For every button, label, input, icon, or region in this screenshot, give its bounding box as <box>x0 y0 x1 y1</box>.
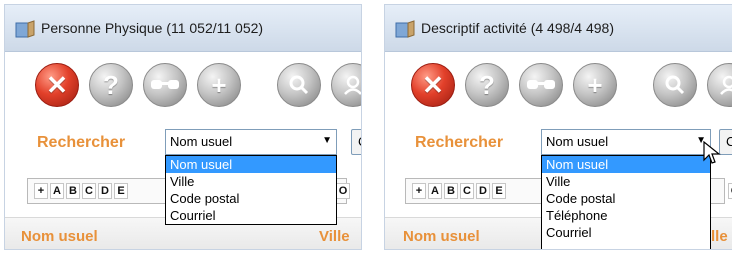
dropdown-option[interactable]: Nom usuel <box>166 156 336 173</box>
toolbar: ✕ ? + <box>5 63 361 113</box>
alpha-letter[interactable]: C <box>82 183 96 199</box>
close-icon[interactable]: ✕ <box>35 63 79 107</box>
app-icon <box>395 20 415 38</box>
add-icon[interactable]: + <box>197 63 241 107</box>
search-icon[interactable] <box>277 63 321 107</box>
dropdown-option[interactable]: Nom usuel <box>542 156 710 173</box>
select-value: Nom usuel <box>546 134 609 149</box>
dropdown-option[interactable]: Ville <box>166 173 336 190</box>
window-personne-physique: Personne Physique (11 052/11 052) ✕ ? + … <box>4 4 362 250</box>
dropdown-option[interactable]: Téléphone <box>542 207 710 224</box>
dropdown-option[interactable]: Ville <box>542 173 710 190</box>
alpha-letter[interactable]: B <box>66 183 80 199</box>
alpha-letter[interactable]: D <box>476 183 490 199</box>
alpha-letter[interactable]: E <box>492 183 506 199</box>
help-icon[interactable]: ? <box>89 63 133 107</box>
alpha-letter[interactable]: A <box>50 183 64 199</box>
alpha-letter[interactable]: + <box>34 183 48 199</box>
user-icon[interactable] <box>707 63 732 107</box>
alpha-letter[interactable]: B <box>444 183 458 199</box>
toolbar: ✕ ? + <box>385 63 732 113</box>
search-label: Rechercher <box>415 134 504 151</box>
window-descriptif-activite: Descriptif activité (4 498/4 498) ✕ ? + … <box>384 4 732 250</box>
add-icon[interactable]: + <box>573 63 617 107</box>
dropdown-option[interactable]: Courriel <box>542 224 710 241</box>
alpha-letter[interactable]: A <box>428 183 442 199</box>
column-header[interactable]: Nom usuel <box>21 228 98 245</box>
dropdown-option[interactable]: Code postal <box>166 190 336 207</box>
column-header[interactable]: lle <box>711 228 728 245</box>
column-header[interactable]: Nom usuel <box>403 228 480 245</box>
search-label: Rechercher <box>37 134 126 151</box>
alpha-letter[interactable]: + <box>412 183 426 199</box>
alpha-letter[interactable]: O <box>336 183 350 199</box>
select-value: Nom usuel <box>170 134 233 149</box>
column-header[interactable]: Ville <box>319 228 350 245</box>
search-field-select[interactable]: Nom usuel ▼ <box>541 129 711 155</box>
glasses-icon[interactable] <box>519 63 563 107</box>
close-icon[interactable]: ✕ <box>411 63 455 107</box>
glasses-icon[interactable] <box>143 63 187 107</box>
app-icon <box>15 20 35 38</box>
side-button[interactable]: Co <box>351 129 361 155</box>
dropdown-list: Nom usuel Ville Code postal Téléphone Co… <box>541 155 711 249</box>
dropdown-option[interactable]: Code postal <box>542 190 710 207</box>
alpha-letter[interactable]: O <box>728 183 732 199</box>
alpha-letter[interactable]: C <box>460 183 474 199</box>
help-icon[interactable]: ? <box>465 63 509 107</box>
user-icon[interactable] <box>331 63 361 107</box>
alpha-letter[interactable]: D <box>98 183 112 199</box>
window-title: Descriptif activité (4 498/4 498) <box>421 20 614 36</box>
search-icon[interactable] <box>653 63 697 107</box>
mouse-cursor-icon <box>703 141 721 164</box>
alpha-letter[interactable]: E <box>114 183 128 199</box>
title-bar: Personne Physique (11 052/11 052) <box>5 5 361 52</box>
dropdown-option[interactable]: Courriel <box>166 207 336 224</box>
window-title: Personne Physique (11 052/11 052) <box>41 20 264 36</box>
search-field-select[interactable]: Nom usuel ▼ <box>165 129 337 155</box>
title-bar: Descriptif activité (4 498/4 498) <box>385 5 732 52</box>
chevron-down-icon[interactable]: ▼ <box>322 135 332 146</box>
dropdown-list: Nom usuel Ville Code postal Courriel <box>165 155 337 225</box>
